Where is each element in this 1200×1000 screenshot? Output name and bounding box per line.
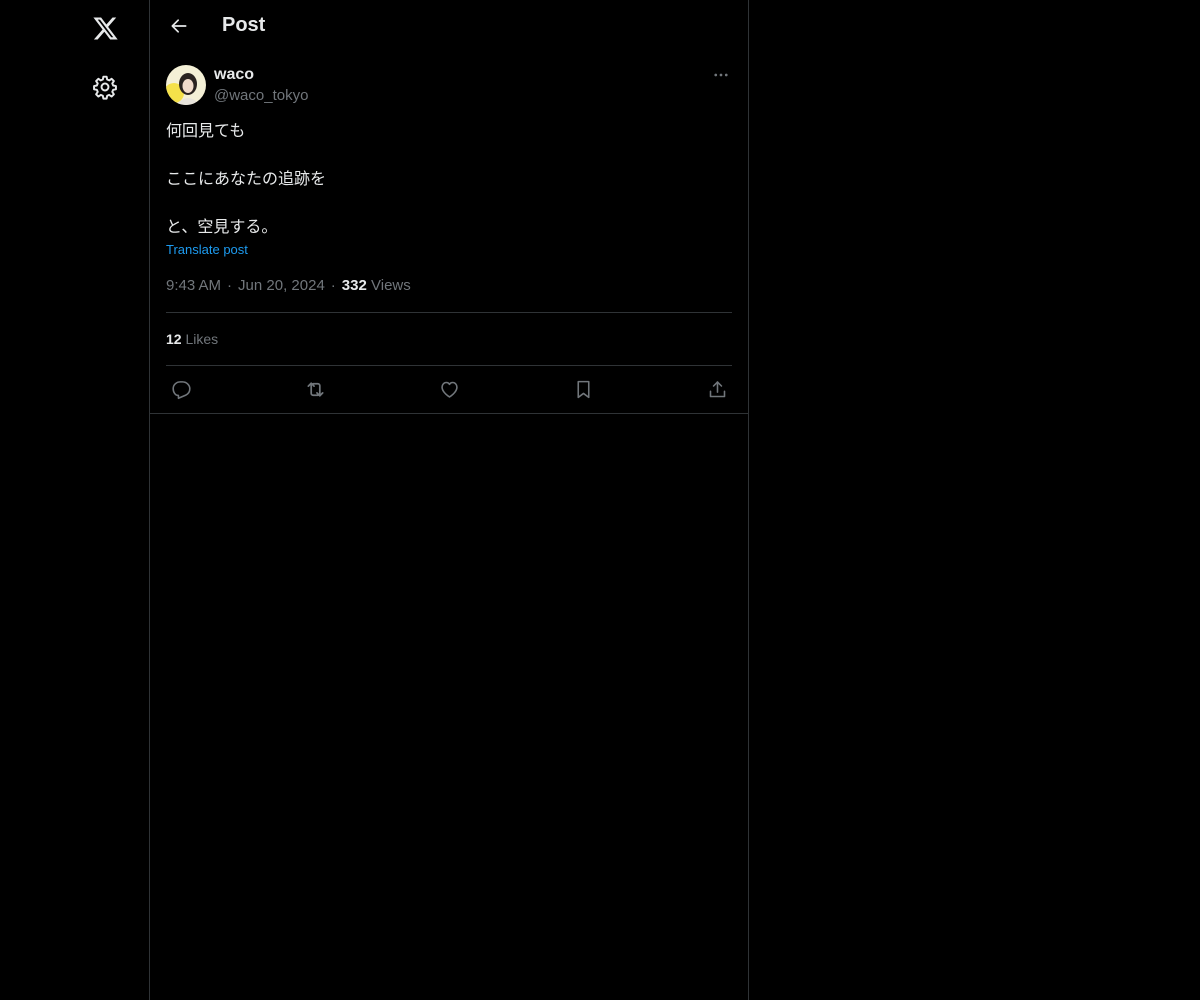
translate-post-link[interactable]: Translate post [166, 242, 248, 257]
x-logo-icon [92, 15, 119, 42]
bookmark-button[interactable] [568, 375, 598, 403]
likes-link[interactable]: 12 Likes [166, 331, 218, 347]
more-horizontal-icon [712, 66, 730, 84]
divider [166, 365, 732, 366]
repost-icon [304, 378, 327, 401]
gear-icon [92, 74, 118, 100]
divider [166, 312, 732, 313]
post-text-line: と、空見する。 [166, 219, 278, 236]
share-button[interactable] [702, 375, 732, 403]
back-button[interactable] [162, 9, 196, 43]
divider [150, 413, 748, 414]
arrow-left-icon [169, 16, 189, 36]
post-text: 何回見ても ここにあなたの追跡を と、空見する。 [166, 120, 326, 240]
separator-dot: · [227, 277, 233, 294]
reply-button[interactable] [166, 375, 196, 403]
like-button[interactable] [434, 375, 464, 403]
post-text-line: ここにあなたの追跡を [166, 171, 327, 188]
sidebar-nav [0, 0, 149, 1000]
post-header: Post [150, 0, 748, 53]
x-logo-link[interactable] [80, 3, 130, 53]
settings-button[interactable] [80, 62, 130, 112]
views-label: Views [371, 277, 411, 294]
post-column: Post waco @waco_tokyo 何回見ても ここにあなたの追跡を と… [149, 0, 749, 1000]
post-metadata: 9:43 AM · Jun 20, 2024 · 332 Views [166, 277, 411, 294]
separator-dot: · [330, 277, 336, 294]
repost-button[interactable] [300, 375, 330, 403]
share-icon [707, 379, 728, 400]
bookmark-icon [573, 379, 594, 400]
like-icon [439, 379, 460, 400]
likes-label: Likes [185, 331, 219, 347]
post-time[interactable]: 9:43 AM [166, 277, 221, 294]
post-actions [166, 375, 732, 403]
post-text-line: 何回見ても [166, 123, 246, 140]
page-title: Post [222, 14, 266, 36]
views-count: 332 [341, 277, 367, 294]
author-name[interactable]: waco [214, 66, 254, 84]
post-date[interactable]: Jun 20, 2024 [238, 277, 325, 294]
author-handle[interactable]: @waco_tokyo [214, 87, 308, 104]
more-options-button[interactable] [710, 64, 732, 86]
avatar[interactable] [166, 65, 206, 105]
reply-icon [171, 379, 192, 400]
likes-count: 12 [166, 331, 182, 347]
